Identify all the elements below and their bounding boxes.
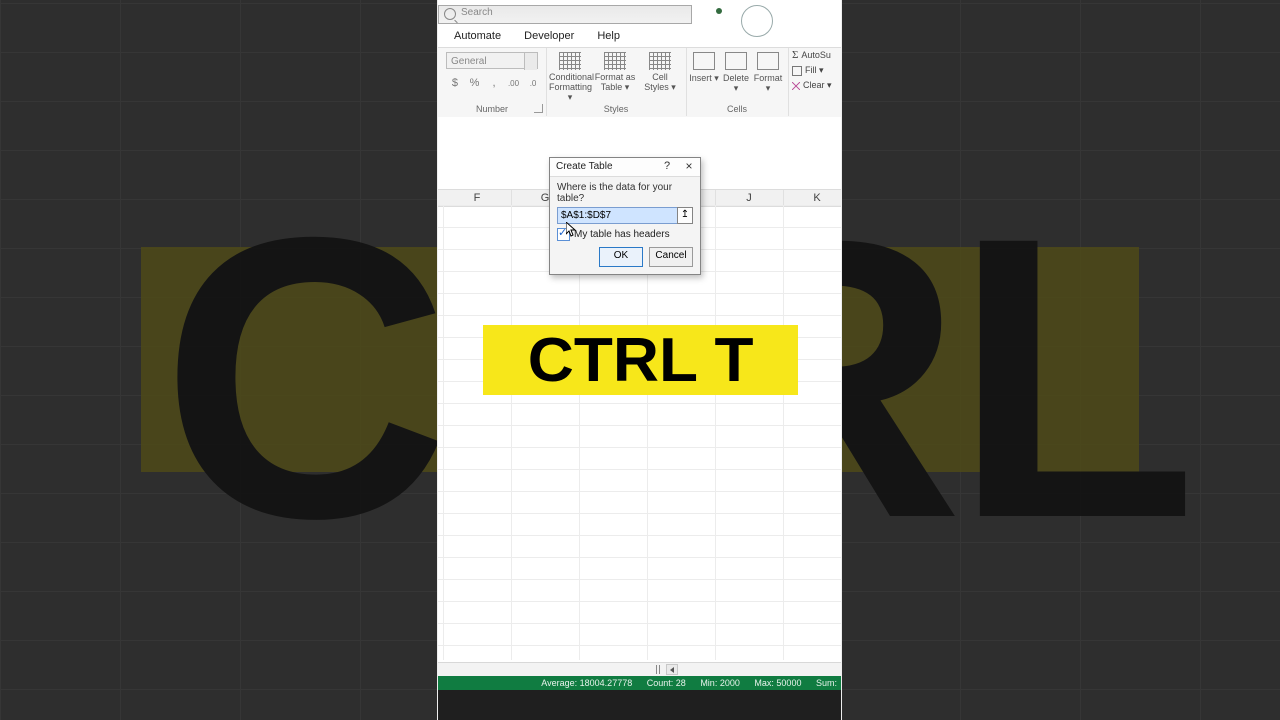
insert-label: Insert ▾ — [689, 73, 719, 83]
increase-decimal-button[interactable]: .00 — [505, 78, 522, 95]
search-icon — [444, 8, 456, 20]
tab-splitter[interactable] — [656, 664, 660, 675]
delete-button[interactable]: Delete ▾ — [721, 52, 751, 94]
status-average: Average18004.27778 — [541, 676, 632, 690]
video-lower-band — [438, 690, 841, 720]
conditional-formatting-label: Conditional Formatting ▾ — [549, 72, 594, 102]
worksheet[interactable]: F G H I J K Create Table ? × Where is th… — [438, 117, 841, 660]
ribbon-tab-strip: Automate Developer Help — [444, 27, 630, 47]
format-label: Format ▾ — [754, 73, 783, 93]
search-input[interactable]: Search — [438, 5, 692, 24]
percent-button[interactable]: % — [466, 76, 483, 93]
status-max: Max50000 — [754, 676, 801, 690]
conditional-formatting-icon — [559, 52, 581, 70]
number-buttons: $ % , .00 .0 — [444, 76, 544, 94]
insert-button[interactable]: Insert ▾ — [689, 52, 719, 84]
delete-icon — [725, 52, 747, 70]
group-label-styles: Styles — [546, 104, 686, 114]
decrease-decimal-button[interactable]: .0 — [525, 78, 542, 95]
dialog-launcher-icon[interactable] — [534, 104, 543, 113]
format-as-table-label: Format as Table ▾ — [595, 72, 636, 92]
help-button[interactable]: ? — [656, 158, 678, 176]
dialog-titlebar[interactable]: Create Table ? × — [550, 158, 700, 177]
number-format-dropdown[interactable]: General — [446, 52, 538, 69]
clear-label: Clear ▾ — [803, 78, 832, 93]
close-button[interactable]: × — [678, 158, 700, 176]
dialog-button-row: OK Cancel — [557, 247, 693, 267]
fill-icon — [792, 66, 802, 76]
table-range-input[interactable] — [557, 207, 682, 224]
number-format-value: General — [451, 56, 487, 67]
chevron-down-icon — [524, 53, 537, 70]
cell-styles-label: Cell Styles ▾ — [644, 72, 676, 92]
shortcut-text: CTRL T — [528, 325, 754, 396]
status-bar: Average18004.27778 Count28 Min2000 Max50… — [438, 676, 841, 690]
ribbon-group-number: General $ % , .00 .0 Number — [438, 48, 547, 116]
create-table-dialog: Create Table ? × Where is the data for y… — [549, 157, 701, 275]
tab-scroll-left-button[interactable] — [666, 664, 678, 675]
tab-help[interactable]: Help — [587, 27, 630, 44]
headers-checkbox-row[interactable]: My table has headers — [557, 228, 693, 241]
ribbon-group-cells: Insert ▾ Delete ▾ Format ▾ Cells — [686, 48, 789, 116]
shortcut-overlay: CTRL T — [483, 325, 798, 395]
autosum-label: AutoSu — [801, 48, 831, 63]
format-as-table-button[interactable]: Format as Table ▾ — [594, 52, 636, 92]
search-placeholder: Search — [461, 7, 493, 18]
cell-styles-icon — [649, 52, 671, 70]
status-sum: Sum — [816, 676, 837, 690]
col-header-f[interactable]: F — [443, 190, 512, 206]
delete-label: Delete ▾ — [723, 73, 749, 93]
tab-developer[interactable]: Developer — [514, 27, 584, 44]
sheet-tab-bar — [438, 662, 841, 676]
ribbon-group-editing: Σ AutoSu Fill ▾ Clear ▾ — [788, 48, 841, 116]
autosum-button[interactable]: Σ AutoSu — [788, 48, 841, 63]
fill-label: Fill ▾ — [805, 63, 824, 78]
dialog-body: Where is the data for your table? ↥ My t… — [550, 177, 700, 274]
clear-button[interactable]: Clear ▾ — [788, 78, 841, 93]
currency-button[interactable]: $ — [446, 76, 463, 93]
range-picker-button[interactable]: ↥ — [677, 207, 693, 224]
dialog-prompt: Where is the data for your table? — [557, 182, 693, 204]
format-icon — [757, 52, 779, 70]
ribbon: General $ % , .00 .0 Number Conditional … — [438, 47, 841, 119]
cancel-button[interactable]: Cancel — [649, 247, 693, 267]
format-button[interactable]: Format ▾ — [753, 52, 783, 94]
dialog-title: Create Table — [556, 161, 613, 172]
range-row: ↥ — [557, 207, 693, 224]
col-header-k[interactable]: K — [783, 190, 841, 206]
col-header-j[interactable]: J — [715, 190, 784, 206]
checkbox-icon[interactable] — [557, 228, 570, 241]
insert-icon — [693, 52, 715, 70]
sigma-icon: Σ — [792, 48, 798, 63]
group-label-number: Number — [438, 104, 546, 114]
status-min: Min2000 — [700, 676, 740, 690]
format-as-table-icon — [604, 52, 626, 70]
status-count: Count28 — [647, 676, 686, 690]
headers-checkbox-label: My table has headers — [574, 229, 670, 240]
ribbon-group-styles: Conditional Formatting ▾ Format as Table… — [546, 48, 687, 116]
eraser-icon — [792, 82, 800, 90]
comma-button[interactable]: , — [486, 76, 503, 93]
fill-button[interactable]: Fill ▾ — [788, 63, 841, 78]
cell-styles-button[interactable]: Cell Styles ▾ — [639, 52, 681, 92]
tab-automate[interactable]: Automate — [444, 27, 511, 44]
excel-window: Search Automate Developer Help General $… — [438, 0, 841, 720]
group-label-cells: Cells — [686, 104, 788, 114]
conditional-formatting-button[interactable]: Conditional Formatting ▾ — [549, 52, 591, 102]
ok-button[interactable]: OK — [599, 247, 643, 267]
ribbon-collapse-hint — [741, 2, 781, 26]
